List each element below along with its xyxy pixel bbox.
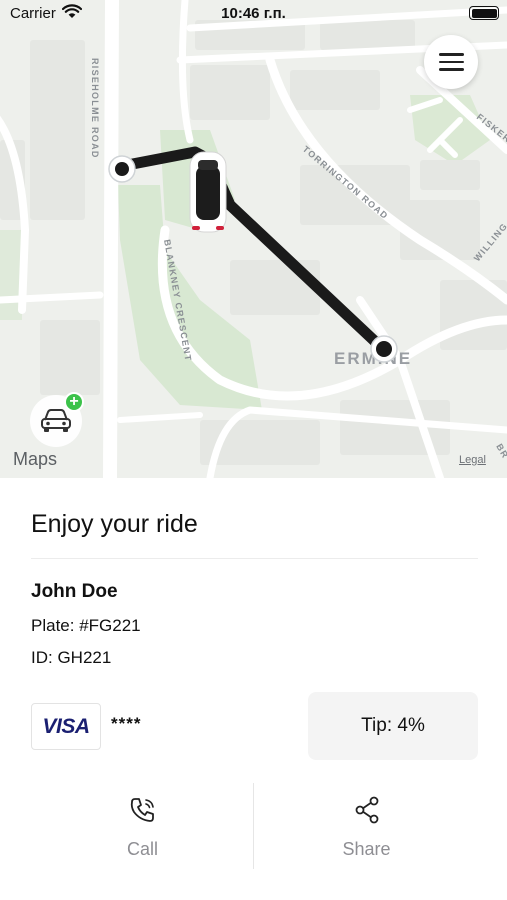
- payment-card-button[interactable]: VISA: [31, 703, 101, 750]
- call-button[interactable]: Call: [31, 783, 254, 873]
- vehicle-marker: [189, 151, 227, 233]
- divider: [31, 558, 478, 559]
- share-button[interactable]: Share: [255, 783, 478, 873]
- action-divider: [253, 783, 254, 869]
- hamburger-menu-icon: [438, 53, 464, 56]
- tip-button[interactable]: Tip: 4%: [308, 692, 478, 760]
- plate-number: Plate: #FG221: [31, 616, 141, 635]
- share-icon: [355, 796, 378, 824]
- ride-panel: Enjoy your ride John Doe Plate: #FG221 I…: [0, 478, 507, 900]
- tip-label: Tip: 4%: [361, 715, 425, 736]
- route-end-marker: [370, 335, 398, 363]
- driver-name: John Doe: [31, 581, 118, 602]
- street-label-riseholme: RISEHOLME ROAD: [90, 58, 100, 159]
- status-bar: Carrier 10:46 г.п.: [0, 0, 507, 28]
- battery-icon: [469, 6, 499, 20]
- call-label: Call: [126, 839, 158, 859]
- status-time: 10:46 г.п.: [221, 5, 286, 22]
- action-bar: Call Share: [31, 783, 478, 873]
- legal-link[interactable]: Legal: [459, 454, 486, 466]
- map-view[interactable]: RISEHOLME ROAD BLANKNEY CRESCENT TORRING…: [0, 0, 507, 478]
- maps-attribution: Maps: [13, 449, 58, 469]
- share-label: Share: [342, 839, 391, 859]
- menu-button[interactable]: [424, 35, 478, 89]
- route-start-marker: [108, 155, 136, 183]
- visa-logo: VISA: [42, 714, 90, 738]
- card-number-masked: ****: [111, 714, 142, 733]
- panel-title: Enjoy your ride: [31, 510, 198, 538]
- car-icon: [41, 409, 71, 432]
- driver-id: ID: GH221: [31, 648, 112, 667]
- phone-icon: [130, 798, 154, 822]
- plus-icon: +: [64, 392, 84, 412]
